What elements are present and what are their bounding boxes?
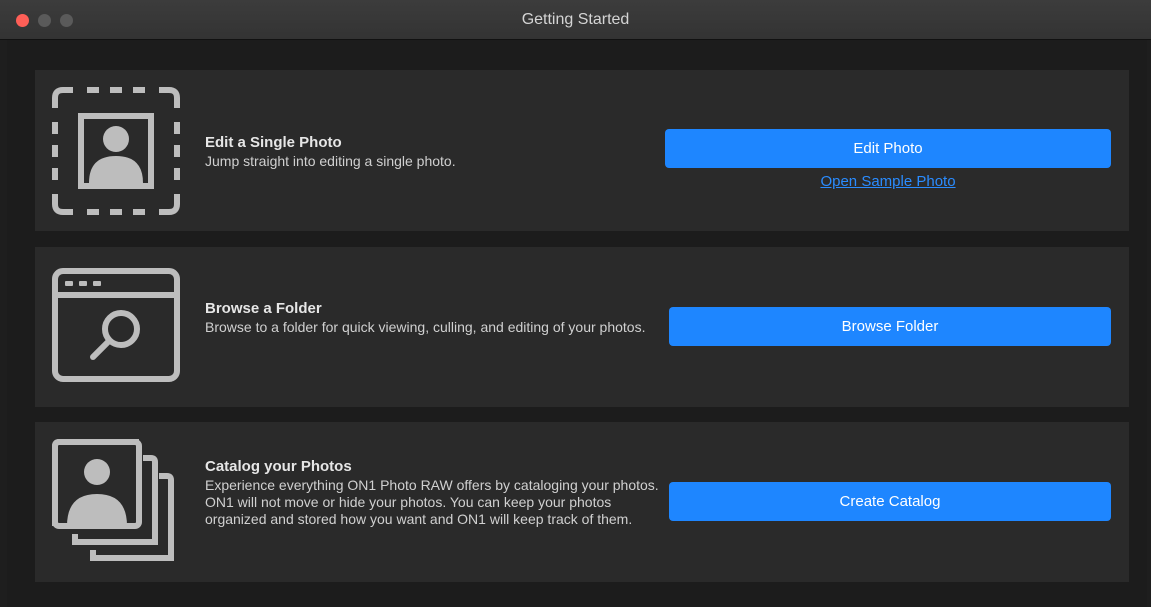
browse-folder-text: Browse a Folder Browse to a folder for q… bbox=[205, 300, 665, 336]
content-area: Edit a Single Photo Jump straight into e… bbox=[7, 40, 1147, 607]
browse-folder-heading: Browse a Folder bbox=[205, 300, 322, 317]
browse-folder-panel: Browse a Folder Browse to a folder for q… bbox=[35, 247, 1129, 407]
getting-started-window: Getting Started Edit a Single Photo Jump… bbox=[0, 0, 1151, 607]
photo-frame-icon bbox=[51, 86, 181, 221]
browser-search-icon bbox=[51, 267, 181, 388]
create-catalog-button[interactable]: Create Catalog bbox=[669, 482, 1111, 521]
edit-photo-button[interactable]: Edit Photo bbox=[665, 129, 1111, 168]
title-bar: Getting Started bbox=[0, 0, 1151, 40]
photo-stack-icon bbox=[51, 438, 181, 573]
edit-single-photo-description: Jump straight into editing a single phot… bbox=[205, 153, 456, 169]
browse-folder-description: Browse to a folder for quick viewing, cu… bbox=[205, 319, 646, 335]
catalog-photos-text: Catalog your Photos Experience everythin… bbox=[205, 458, 665, 528]
window-title: Getting Started bbox=[521, 11, 630, 28]
catalog-photos-panel: Catalog your Photos Experience everythin… bbox=[35, 422, 1129, 582]
open-sample-photo-link[interactable]: Open Sample Photo bbox=[665, 173, 1111, 190]
edit-single-photo-text: Edit a Single Photo Jump straight into e… bbox=[205, 134, 665, 170]
browse-folder-button[interactable]: Browse Folder bbox=[669, 307, 1111, 346]
catalog-photos-description: Experience everything ON1 Photo RAW offe… bbox=[205, 477, 659, 527]
edit-single-photo-heading: Edit a Single Photo bbox=[205, 134, 342, 151]
edit-single-photo-panel: Edit a Single Photo Jump straight into e… bbox=[35, 70, 1129, 231]
catalog-photos-heading: Catalog your Photos bbox=[205, 458, 352, 475]
